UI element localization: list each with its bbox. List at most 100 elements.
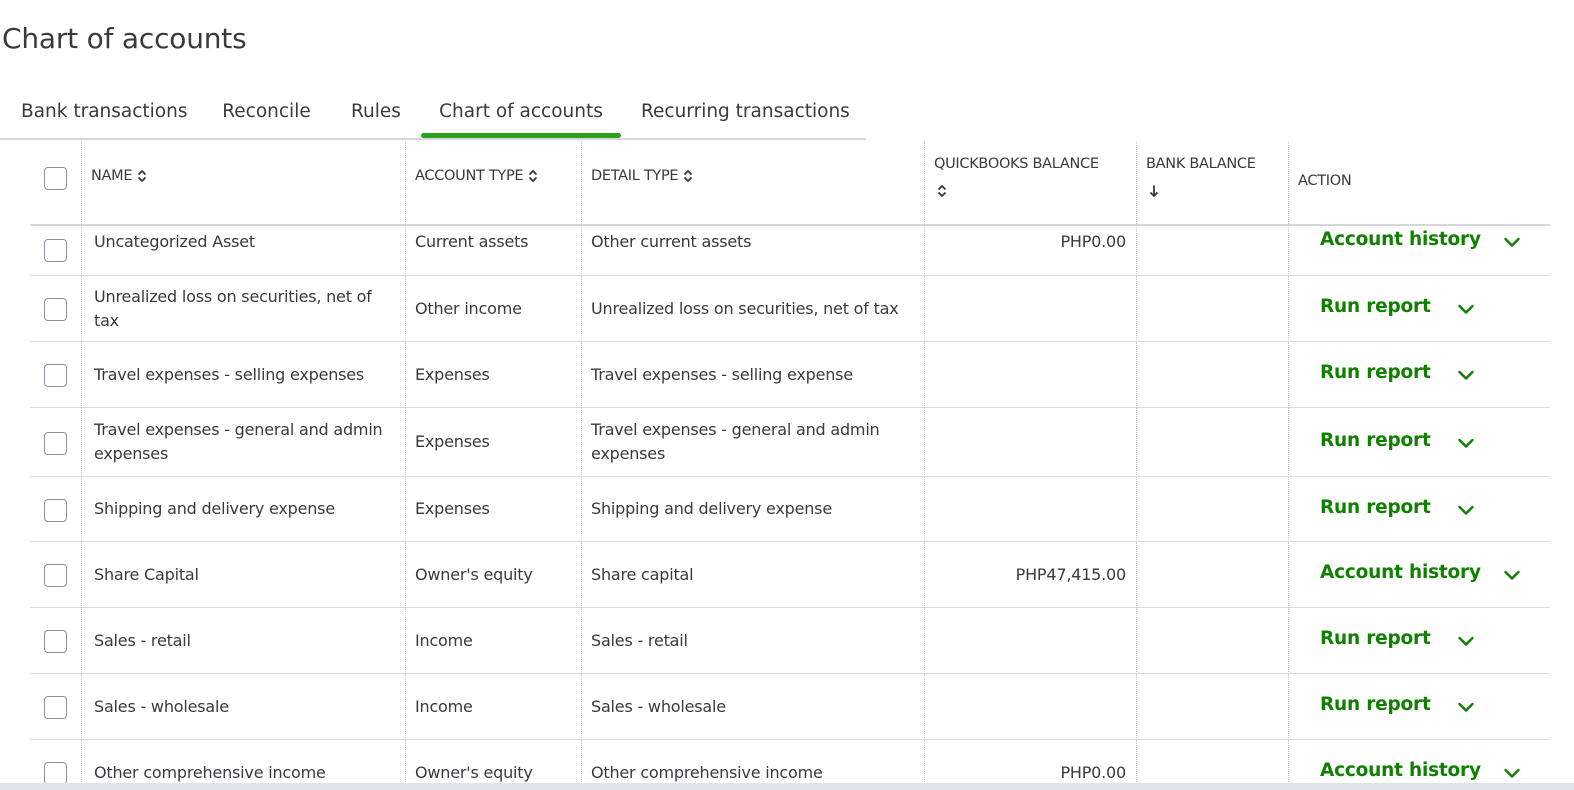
- row-checkbox[interactable]: [44, 298, 67, 321]
- column-divider: [81, 141, 82, 224]
- column-divider: [405, 542, 406, 608]
- arrow-down-icon[interactable]: [1148, 184, 1160, 198]
- cell-detail-type: Sales - retail: [591, 630, 688, 650]
- table-row: Shipping and delivery expense Expenses Shi…: [30, 477, 1550, 542]
- column-divider: [405, 740, 406, 787]
- row-checkbox[interactable]: [44, 630, 67, 653]
- column-divider: [924, 224, 925, 276]
- cell-account-type: Expenses: [415, 364, 490, 384]
- column-divider: [924, 608, 925, 674]
- chevron-down-icon[interactable]: [1502, 565, 1522, 585]
- cell-qb-balance: [924, 342, 1136, 407]
- account-history-link[interactable]: Account history: [1320, 229, 1481, 250]
- row-checkbox[interactable]: [44, 762, 67, 785]
- chevron-down-icon[interactable]: [1456, 299, 1476, 319]
- row-checkbox[interactable]: [44, 498, 67, 522]
- row-checkbox[interactable]: [44, 364, 67, 387]
- sort-updown-icon[interactable]: [682, 169, 694, 183]
- run-report-link[interactable]: Run report: [1320, 497, 1431, 518]
- column-divider: [581, 141, 582, 224]
- column-divider: [81, 740, 82, 787]
- cell-bank-balance: [1136, 224, 1288, 275]
- column-divider: [81, 477, 82, 542]
- cell-name: Shipping and delivery expense: [94, 499, 335, 518]
- row-checkbox[interactable]: [44, 564, 67, 587]
- run-report-link[interactable]: Run report: [1320, 362, 1431, 383]
- column-divider: [405, 408, 406, 477]
- cell-account-type: Expenses: [415, 432, 490, 451]
- cell-qb-balance: PHP0.00: [1060, 232, 1126, 251]
- account-history-link[interactable]: Account history: [1320, 760, 1481, 781]
- row-checkbox[interactable]: [44, 696, 67, 719]
- run-report-link[interactable]: Run report: [1320, 296, 1431, 317]
- cell-bank-balance: [1136, 608, 1288, 673]
- column-divider: [1288, 276, 1289, 342]
- tab-recurring-transactions[interactable]: Recurring transactions: [641, 93, 850, 136]
- cell-name: Share Capital: [94, 564, 199, 584]
- cell-bank-balance: [1136, 740, 1288, 787]
- chevron-down-icon[interactable]: [1456, 500, 1476, 520]
- cell-bank-balance: [1136, 408, 1288, 476]
- accounts-table: NAME ACCOUNT TYPE DETAIL TYPE QUICKBOOKS…: [30, 141, 1550, 787]
- table-row: Share Capital Owner's equity Share capital…: [30, 542, 1550, 608]
- select-all-checkbox[interactable]: [44, 167, 67, 190]
- chevron-down-icon[interactable]: [1456, 365, 1476, 385]
- column-divider: [405, 608, 406, 674]
- run-report-link[interactable]: Run report: [1320, 628, 1431, 649]
- cell-bank-balance: [1136, 477, 1288, 541]
- cell-name: Travel expenses - general and admin expe…: [94, 420, 383, 463]
- bottom-scrollbar[interactable]: [0, 783, 1574, 790]
- chevron-down-icon[interactable]: [1456, 697, 1476, 717]
- column-divider: [81, 608, 82, 674]
- tab-bank-transactions[interactable]: Bank transactions: [21, 93, 188, 136]
- chevron-down-icon[interactable]: [1502, 232, 1522, 252]
- column-divider: [581, 342, 582, 408]
- column-divider: [1136, 342, 1137, 408]
- run-report-link[interactable]: Run report: [1320, 694, 1431, 715]
- column-header-quickbooks-balance-label: QUICKBOOKS BALANCE: [934, 156, 1099, 172]
- tab-chart-of-accounts[interactable]: Chart of accounts: [421, 93, 621, 138]
- sort-updown-icon[interactable]: [527, 169, 539, 183]
- column-header-detail-type[interactable]: DETAIL TYPE: [581, 141, 924, 224]
- column-divider: [581, 608, 582, 674]
- run-report-link[interactable]: Run report: [1320, 430, 1431, 451]
- column-divider: [405, 224, 406, 276]
- column-divider: [405, 674, 406, 740]
- tab-reconcile[interactable]: Reconcile: [222, 93, 311, 136]
- chevron-down-icon[interactable]: [1502, 763, 1522, 783]
- column-divider: [81, 276, 82, 342]
- column-divider: [581, 276, 582, 342]
- column-divider: [581, 477, 582, 542]
- sort-updown-icon[interactable]: [936, 184, 948, 198]
- table-row: Travel expenses - general and admin expe…: [30, 408, 1550, 477]
- sort-updown-icon[interactable]: [136, 169, 148, 183]
- column-header-quickbooks-balance[interactable]: QUICKBOOKS BALANCE: [924, 141, 1136, 224]
- row-checkbox[interactable]: [44, 239, 67, 262]
- cell-detail-type: Travel expenses - general and admin expe…: [591, 420, 880, 463]
- cell-qb-balance: PHP47,415.00: [1015, 564, 1127, 584]
- cell-detail-type: Shipping and delivery expense: [591, 499, 832, 518]
- table-row: Uncategorized Asset Current assets Other c…: [30, 224, 1550, 276]
- column-header-action-label: ACTION: [1298, 173, 1352, 189]
- column-header-account-type[interactable]: ACCOUNT TYPE: [405, 141, 581, 224]
- column-header-action: ACTION: [1288, 141, 1550, 224]
- column-divider: [581, 542, 582, 608]
- cell-detail-type: Unrealized loss on securities, net of ta…: [591, 298, 899, 318]
- chevron-down-icon[interactable]: [1456, 433, 1476, 453]
- column-header-name[interactable]: NAME: [81, 141, 405, 224]
- row-checkbox[interactable]: [44, 431, 67, 455]
- tab-rules[interactable]: Rules: [351, 93, 401, 136]
- cell-name: Sales - retail: [94, 630, 191, 650]
- cell-detail-type: Sales - wholesale: [591, 696, 726, 716]
- table-header: NAME ACCOUNT TYPE DETAIL TYPE QUICKBOOKS…: [30, 141, 1550, 226]
- column-header-bank-balance[interactable]: BANK BALANCE: [1136, 141, 1288, 224]
- column-divider: [1136, 408, 1137, 477]
- column-divider: [924, 477, 925, 542]
- chevron-down-icon[interactable]: [1456, 631, 1476, 651]
- column-divider: [1288, 141, 1289, 224]
- column-divider: [1288, 408, 1289, 477]
- account-history-link[interactable]: Account history: [1320, 562, 1481, 583]
- column-header-bank-balance-label: BANK BALANCE: [1146, 156, 1256, 172]
- cell-name: Unrealized loss on securities, net of ta…: [94, 286, 372, 330]
- column-divider: [405, 141, 406, 224]
